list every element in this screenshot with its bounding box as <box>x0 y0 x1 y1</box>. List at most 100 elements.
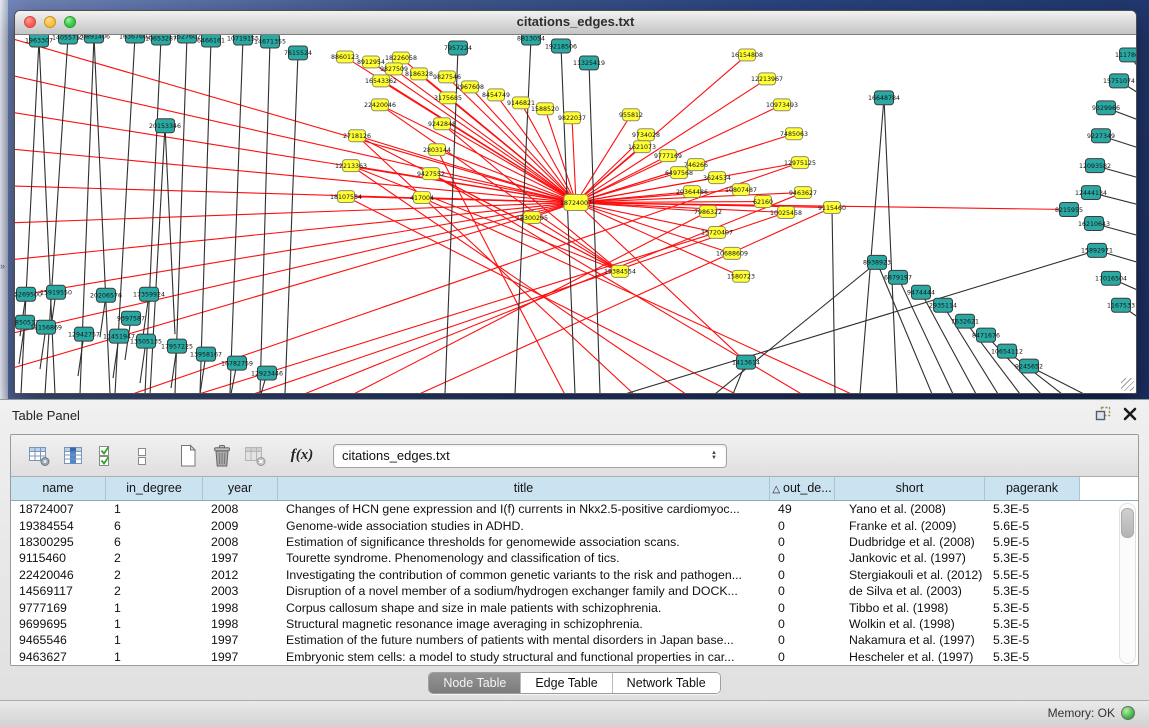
table-row[interactable]: 977716911998Corpus callosum shape and si… <box>11 599 1138 615</box>
network-node[interactable]: 25269500 <box>15 287 42 301</box>
network-node[interactable]: 9734028 <box>632 129 660 141</box>
network-node[interactable]: 7957224 <box>444 41 472 55</box>
network-node[interactable]: 9227349 <box>1087 129 1115 143</box>
network-node[interactable]: 12093582 <box>1079 159 1111 173</box>
network-node[interactable]: 9463627 <box>789 187 817 199</box>
network-node[interactable]: 20891406 <box>78 35 110 43</box>
network-node[interactable]: 17957225 <box>161 339 193 353</box>
network-node[interactable]: 1621073 <box>628 141 656 153</box>
network-node[interactable]: 22420046 <box>364 99 396 111</box>
network-node[interactable]: 15720407 <box>701 226 733 238</box>
column-header-out_de[interactable]: △out_de... <box>770 477 835 500</box>
network-edge[interactable] <box>832 208 835 393</box>
network-node[interactable]: 7615524 <box>284 46 312 60</box>
network-edge[interactable] <box>561 46 575 393</box>
network-node[interactable]: 20206576 <box>90 288 122 302</box>
network-edge[interactable] <box>884 98 897 393</box>
network-node[interactable]: 6879197 <box>884 270 912 284</box>
network-edge[interactable] <box>572 118 576 203</box>
network-node[interactable]: 15892971 <box>1081 243 1113 257</box>
column-header-title[interactable]: title <box>278 477 770 500</box>
table-mode-button[interactable] <box>25 441 55 471</box>
network-node[interactable]: 1588520 <box>531 103 559 115</box>
network-node[interactable]: 9397587 <box>117 311 145 325</box>
table-row[interactable]: 1872400712008Changes of HCN gene express… <box>11 501 1138 517</box>
network-node[interactable]: 12213967 <box>751 73 783 85</box>
network-node[interactable]: 8215955 <box>1055 203 1083 217</box>
network-edge[interactable] <box>150 126 165 393</box>
network-node[interactable]: 9474444 <box>907 285 935 299</box>
network-node[interactable]: 20153346 <box>149 119 181 133</box>
table-row[interactable]: 946554611997Estimation of the future num… <box>11 632 1138 648</box>
network-edge[interactable] <box>45 37 68 393</box>
network-edge[interactable] <box>442 124 576 203</box>
network-node[interactable]: 7485063 <box>780 128 808 140</box>
network-edge[interactable] <box>260 41 270 393</box>
network-node[interactable]: 16648784 <box>868 91 900 105</box>
network-edge[interactable] <box>380 105 620 272</box>
column-header-short[interactable]: short <box>835 477 985 500</box>
network-node[interactable]: 12942757 <box>68 327 100 341</box>
window-resize-grip[interactable] <box>1121 378 1134 391</box>
network-node[interactable]: 2803144 <box>423 144 451 156</box>
network-node[interactable]: 20364486 <box>676 186 708 198</box>
network-node[interactable]: 8471676 <box>972 328 1000 342</box>
network-node[interactable]: 9242848 <box>428 118 456 130</box>
network-node[interactable]: 2718126 <box>343 130 371 142</box>
column-header-name[interactable]: name <box>11 477 106 500</box>
network-node[interactable]: 11325419 <box>573 56 605 70</box>
network-node[interactable]: 955812 <box>619 109 643 121</box>
network-node[interactable]: 1167533 <box>1107 298 1135 312</box>
window-titlebar[interactable]: citations_edges.txt <box>15 11 1136 35</box>
network-edge[interactable] <box>589 63 600 393</box>
network-edge[interactable] <box>135 232 717 393</box>
float-panel-icon[interactable] <box>1095 406 1111 421</box>
network-node[interactable]: 3175685 <box>434 92 462 104</box>
table-row[interactable]: 2242004622012Investigating the contribut… <box>11 567 1138 583</box>
table-row[interactable]: 969969511998Structural magnetic resonanc… <box>11 616 1138 632</box>
network-node[interactable]: 15751074 <box>1103 74 1135 88</box>
tab-network-table[interactable]: Network Table <box>613 673 720 693</box>
network-edge[interactable] <box>21 40 39 393</box>
panel-collapse-chevron-icon[interactable]: » <box>0 262 5 271</box>
network-node[interactable]: 12444134 <box>1075 186 1107 200</box>
network-node[interactable]: 746266 <box>684 159 708 171</box>
network-node[interactable]: 1413614 <box>732 355 760 369</box>
network-node[interactable]: 10973493 <box>766 99 798 111</box>
network-node[interactable]: 18724007 <box>560 195 592 211</box>
network-node[interactable]: 16782759 <box>221 356 253 370</box>
vertical-scrollbar[interactable] <box>1119 503 1136 664</box>
create-column-button[interactable] <box>173 441 203 471</box>
network-node[interactable]: 16210643 <box>1078 216 1110 230</box>
close-panel-icon[interactable] <box>1123 407 1137 421</box>
table-row[interactable]: 1938455462009Genome-wide association stu… <box>11 517 1138 533</box>
network-node[interactable]: 12213363 <box>335 160 367 172</box>
delete-column-button[interactable] <box>207 441 237 471</box>
unselect-all-columns-button[interactable] <box>127 441 157 471</box>
network-node[interactable]: 2935114 <box>929 298 957 312</box>
column-header-in_degree[interactable]: in_degree <box>106 477 203 500</box>
network-node[interactable]: 2967608 <box>456 81 484 93</box>
network-node[interactable]: 62160 <box>753 196 773 208</box>
network-edge[interactable] <box>39 40 55 393</box>
network-node[interactable]: 19218506 <box>545 39 577 53</box>
memory-ok-indicator[interactable] <box>1121 706 1135 720</box>
network-edge[interactable] <box>285 53 298 393</box>
network-node[interactable]: 417004 <box>410 192 434 204</box>
network-node[interactable]: 8813054 <box>517 35 545 45</box>
network-edge[interactable] <box>165 126 175 334</box>
network-edge[interactable] <box>448 98 576 203</box>
network-node[interactable]: 12975125 <box>784 157 816 169</box>
scrollbar-thumb[interactable] <box>1121 508 1134 538</box>
network-node[interactable]: 16154808 <box>731 49 763 61</box>
column-header-pagerank[interactable]: pagerank <box>985 477 1080 500</box>
network-edge[interactable] <box>860 98 884 393</box>
network-node[interactable]: 12923446 <box>251 366 283 380</box>
network-node[interactable]: 7986322 <box>694 206 722 218</box>
network-node[interactable]: 8186328 <box>405 68 433 80</box>
table-row[interactable]: 946362711997Embryonic stem cells: a mode… <box>11 649 1138 665</box>
tab-node-table[interactable]: Node Table <box>429 673 521 693</box>
tab-edge-table[interactable]: Edge Table <box>521 673 612 693</box>
network-node[interactable]: 9245652 <box>1015 359 1043 373</box>
network-node[interactable]: 3624534 <box>703 172 731 184</box>
